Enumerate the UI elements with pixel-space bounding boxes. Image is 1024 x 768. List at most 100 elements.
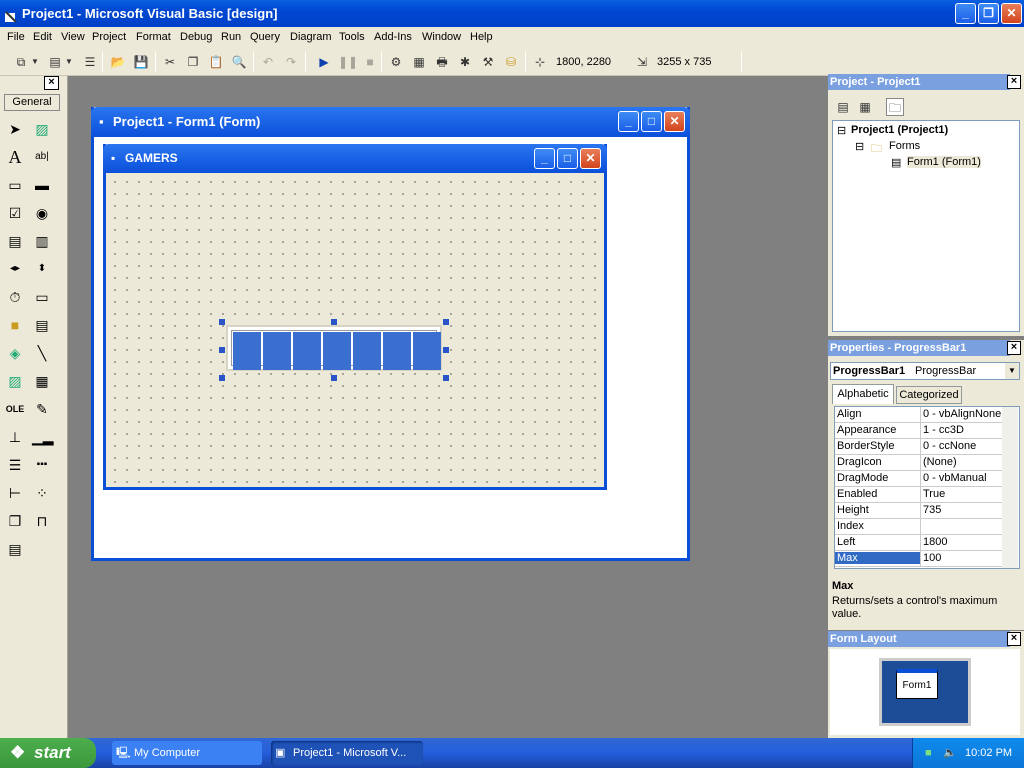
- property-row[interactable]: BorderStyle 0 - ccNone: [835, 439, 1017, 455]
- line-icon[interactable]: ╲: [32, 343, 52, 363]
- tree-expand-icon[interactable]: ⊟: [837, 124, 846, 137]
- tabstrip-icon[interactable]: ❐: [5, 511, 25, 531]
- drivelistbox-icon[interactable]: ▭: [32, 287, 52, 307]
- tree-item-project[interactable]: Project1 (Project1): [851, 124, 948, 136]
- menu-editor-icon[interactable]: ☰: [81, 53, 99, 71]
- imagelist-icon[interactable]: ⊓: [32, 511, 52, 531]
- resize-handle[interactable]: [219, 375, 225, 381]
- tree-expand-icon[interactable]: ⊟: [855, 140, 864, 153]
- add-form-icon[interactable]: ▤: [46, 53, 64, 71]
- restore-button[interactable]: ❐: [978, 3, 999, 24]
- designer-minimize-button[interactable]: _: [618, 111, 639, 132]
- menu-project[interactable]: Project: [92, 31, 126, 43]
- find-icon[interactable]: 🔍: [230, 53, 248, 71]
- dirlistbox-icon[interactable]: ■: [5, 315, 25, 335]
- add-project-icon[interactable]: ⧉: [12, 53, 30, 71]
- dropdown-arrow-icon[interactable]: ▼: [64, 53, 74, 71]
- properties-window-icon[interactable]: ▦: [410, 53, 428, 71]
- project-close-icon[interactable]: ×: [1007, 75, 1021, 89]
- view-code-icon[interactable]: ▤: [834, 98, 852, 116]
- resize-handle[interactable]: [331, 319, 337, 325]
- dropdown-arrow-icon[interactable]: ▼: [30, 53, 40, 71]
- form-layout-icon[interactable]: 🖶: [433, 53, 451, 71]
- menu-diagram[interactable]: Diagram: [290, 31, 332, 43]
- chevron-down-icon[interactable]: ▼: [1005, 363, 1019, 379]
- form-maximize-button[interactable]: □: [557, 148, 578, 169]
- break-icon[interactable]: ❚❚: [338, 53, 358, 71]
- picturebox-icon[interactable]: ▨: [32, 119, 52, 139]
- menu-edit[interactable]: Edit: [33, 31, 52, 43]
- property-row[interactable]: Index: [835, 519, 1017, 535]
- task-visual-basic[interactable]: ▣ Project1 - Microsoft V...: [271, 741, 423, 765]
- toolbox-icon[interactable]: ⚒: [479, 53, 497, 71]
- menu-addins[interactable]: Add-Ins: [374, 31, 412, 43]
- designer-close-button[interactable]: ✕: [664, 111, 685, 132]
- progressbar-tool-icon[interactable]: ▁▂: [32, 427, 54, 447]
- data-control-icon[interactable]: ▦: [32, 371, 52, 391]
- image-icon[interactable]: ▨: [5, 371, 25, 391]
- save-icon[interactable]: 💾: [132, 53, 150, 71]
- commandbutton-icon[interactable]: ▬: [32, 175, 52, 195]
- redo-icon[interactable]: ↷: [282, 53, 300, 71]
- task-my-computer[interactable]: 🖳 My Computer: [112, 741, 262, 765]
- hscrollbar-icon[interactable]: ◂▸: [5, 259, 25, 279]
- textbox-icon[interactable]: ab|: [32, 147, 52, 167]
- menu-window[interactable]: Window: [422, 31, 461, 43]
- minimize-button[interactable]: _: [955, 3, 976, 24]
- object-selector[interactable]: ProgressBar1 ProgressBar ▼: [830, 362, 1020, 380]
- property-row[interactable]: Max 100: [835, 551, 1017, 567]
- menu-run[interactable]: Run: [221, 31, 241, 43]
- copy-icon[interactable]: ❐: [184, 53, 202, 71]
- resize-handle[interactable]: [331, 375, 337, 381]
- filelistbox-icon[interactable]: ▤: [32, 315, 52, 335]
- property-scrollbar[interactable]: [1002, 407, 1018, 568]
- designer-maximize-button[interactable]: □: [641, 111, 662, 132]
- form-layout-close-icon[interactable]: ×: [1007, 632, 1021, 646]
- listbox-icon[interactable]: ▥: [32, 231, 52, 251]
- tab-alphabetic[interactable]: Alphabetic: [832, 384, 894, 404]
- menu-help[interactable]: Help: [470, 31, 493, 43]
- optionbutton-icon[interactable]: ◉: [32, 203, 52, 223]
- property-row[interactable]: DragIcon (None): [835, 455, 1017, 471]
- network-icon[interactable]: ■: [925, 738, 932, 768]
- pointer-icon[interactable]: ➤: [5, 119, 25, 139]
- form1-thumbnail[interactable]: Form1: [896, 669, 938, 699]
- resize-handle[interactable]: [219, 319, 225, 325]
- form-minimize-button[interactable]: _: [534, 148, 555, 169]
- listview-icon[interactable]: ⁘: [32, 483, 52, 503]
- toolbar-tool-icon[interactable]: ☰: [5, 455, 25, 475]
- tree-item-form1[interactable]: Form1 (Form1): [907, 156, 981, 168]
- shape-icon[interactable]: ◈: [5, 343, 25, 363]
- menu-tools[interactable]: Tools: [339, 31, 365, 43]
- open-project-icon[interactable]: 📂: [109, 53, 127, 71]
- progressbar1-control[interactable]: [226, 325, 442, 371]
- project-explorer-icon[interactable]: ⚙: [387, 53, 405, 71]
- property-row[interactable]: Align 0 - vbAlignNone: [835, 407, 1017, 423]
- resize-handle[interactable]: [443, 319, 449, 325]
- start-button[interactable]: ❖ start: [0, 738, 96, 768]
- resize-handle[interactable]: [443, 347, 449, 353]
- property-row[interactable]: Appearance 1 - cc3D: [835, 423, 1017, 439]
- clock[interactable]: 10:02 PM: [965, 738, 1012, 768]
- volume-icon[interactable]: 🔈: [943, 738, 957, 768]
- form-close-button[interactable]: ✕: [580, 148, 601, 169]
- paste-icon[interactable]: 📋: [207, 53, 225, 71]
- menu-format[interactable]: Format: [136, 31, 171, 43]
- toolbox-tab-general[interactable]: General: [4, 94, 60, 111]
- property-row[interactable]: Enabled True: [835, 487, 1017, 503]
- treeview-icon[interactable]: ⊢: [5, 483, 25, 503]
- close-button[interactable]: ✕: [1001, 3, 1022, 24]
- properties-close-icon[interactable]: ×: [1007, 341, 1021, 355]
- imagecombo-icon[interactable]: ▤: [5, 539, 25, 559]
- view-object-icon[interactable]: ▦: [856, 98, 874, 116]
- menu-query[interactable]: Query: [250, 31, 280, 43]
- property-row[interactable]: Height 735: [835, 503, 1017, 519]
- slider-icon[interactable]: ⊥: [5, 427, 25, 447]
- end-icon[interactable]: ■: [361, 53, 379, 71]
- tree-item-forms[interactable]: Forms: [889, 140, 920, 152]
- object-browser-icon[interactable]: ✱: [456, 53, 474, 71]
- gamers-title-bar[interactable]: ▪ GAMERS _ □ ✕: [103, 144, 607, 173]
- cut-icon[interactable]: ✂: [161, 53, 179, 71]
- timer-icon[interactable]: ⏱: [5, 287, 25, 307]
- property-row[interactable]: Left 1800: [835, 535, 1017, 551]
